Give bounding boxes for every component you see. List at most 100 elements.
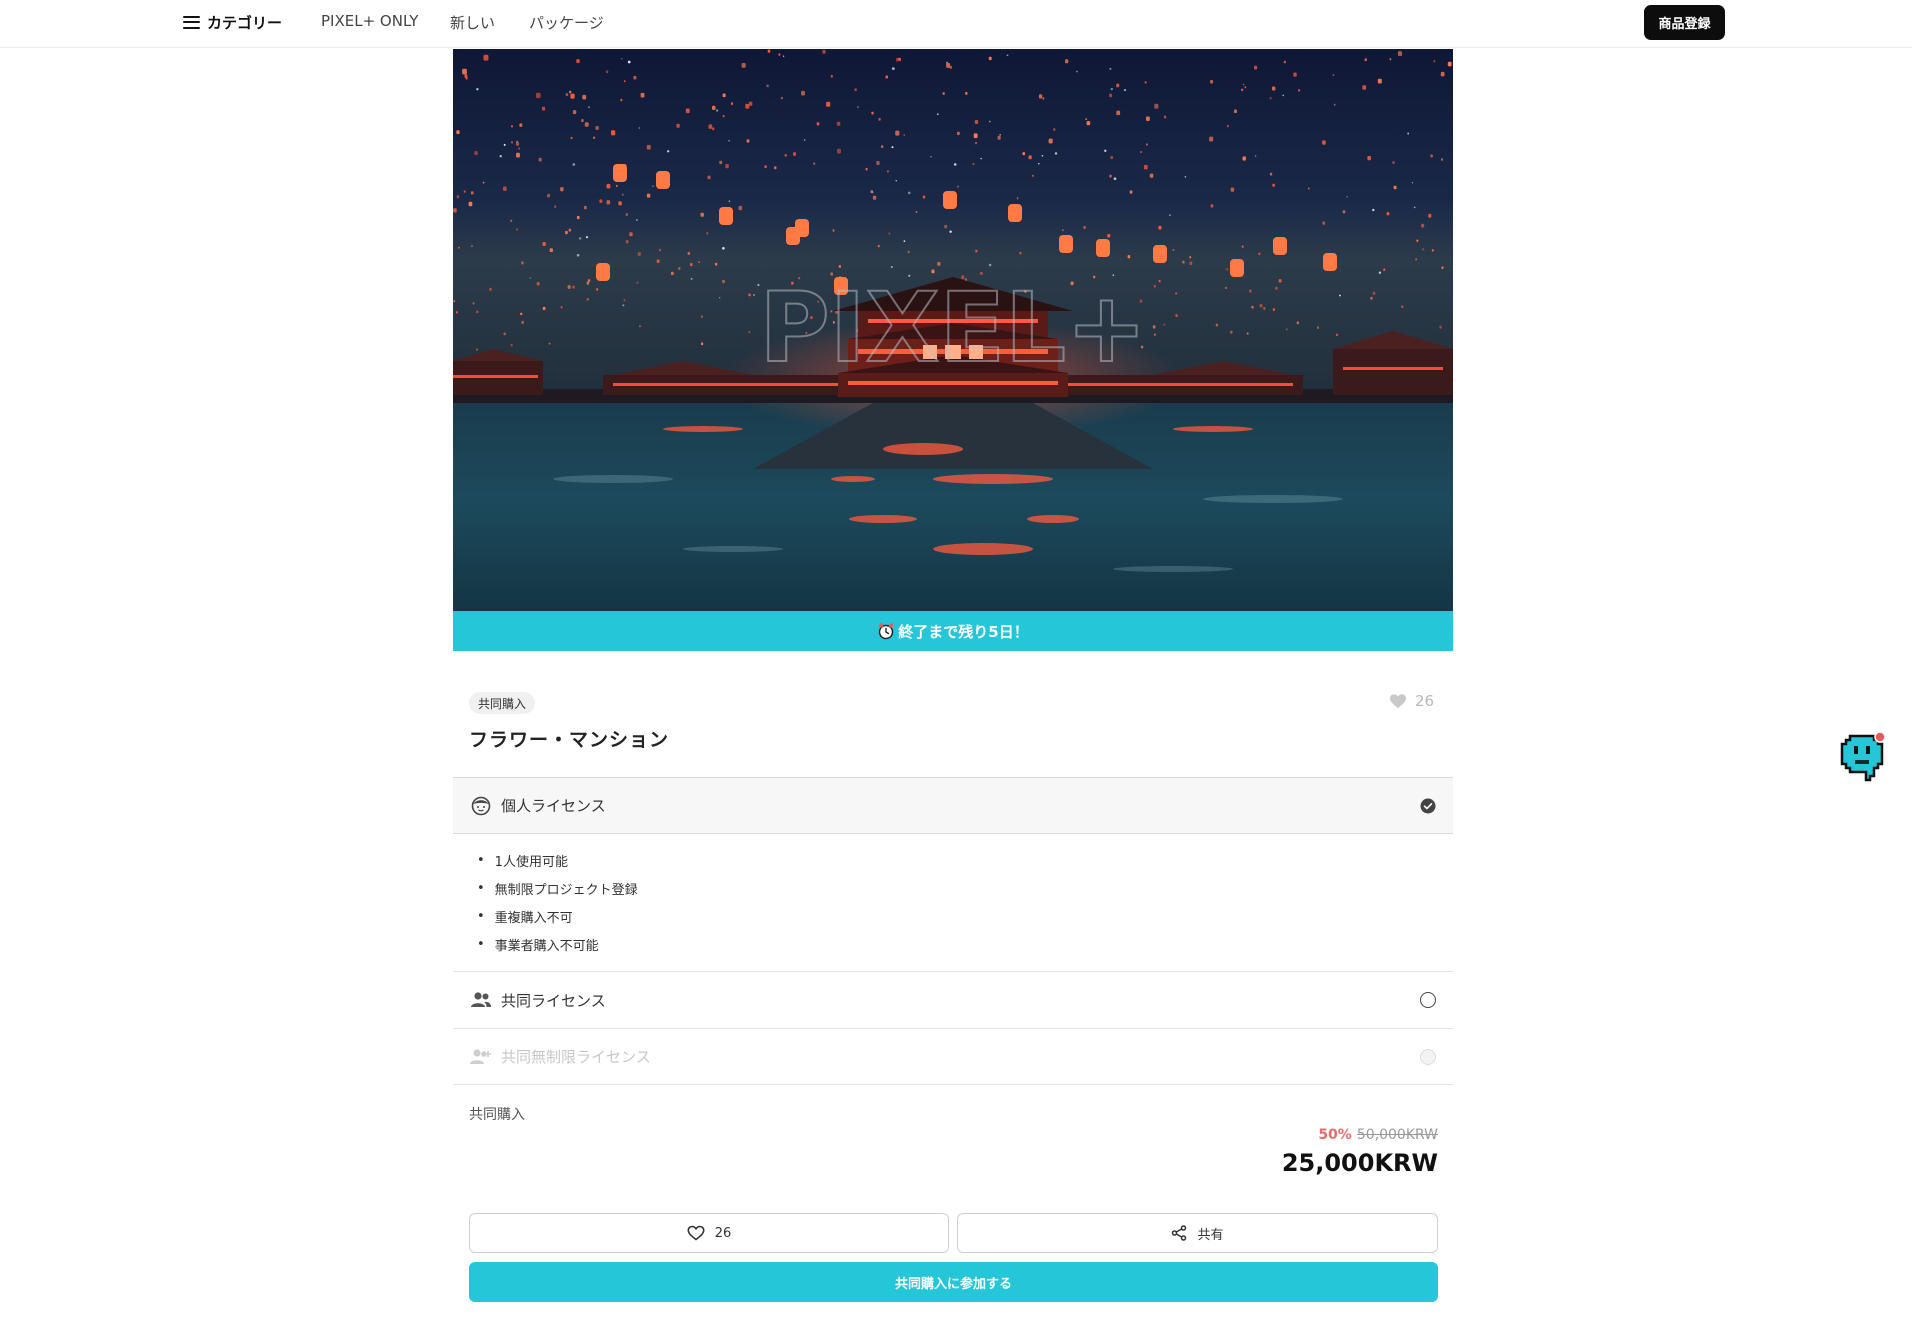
sky-lantern <box>637 252 641 256</box>
sky-lantern <box>1230 187 1235 192</box>
sky-lantern <box>946 63 951 68</box>
star-dot <box>907 191 911 195</box>
nav-link-pixel-only[interactable]: PIXEL+ ONLY <box>321 12 418 30</box>
sky-lantern <box>942 92 945 95</box>
discount-rate: 50% <box>1318 1127 1352 1143</box>
sky-lantern <box>516 228 519 231</box>
star-dot <box>622 304 625 307</box>
sky-lantern <box>1127 255 1131 259</box>
check-circle-icon <box>1420 798 1436 813</box>
sky-lantern <box>1397 51 1403 57</box>
sky-lantern <box>595 126 599 130</box>
sky-lantern <box>1158 279 1161 283</box>
sky-lantern <box>1441 266 1444 269</box>
sky-lantern <box>572 110 577 115</box>
sky-lantern <box>1308 187 1310 190</box>
sky-lantern <box>1182 260 1185 264</box>
star-dot <box>1184 176 1187 178</box>
sky-lantern <box>878 118 881 121</box>
sky-lantern <box>453 208 457 213</box>
sky-lantern <box>865 168 868 171</box>
like-indicator[interactable]: 26 <box>1389 692 1434 710</box>
sky-lantern <box>1062 229 1064 232</box>
sky-lantern <box>888 232 891 235</box>
sky-lantern <box>659 248 662 252</box>
sky-lantern <box>957 185 959 188</box>
sky-lantern <box>1146 143 1148 146</box>
star-dot <box>476 88 479 91</box>
sky-lantern <box>706 232 709 235</box>
sky-lantern <box>816 122 820 126</box>
large-lantern <box>1153 245 1167 263</box>
sky-lantern <box>1048 138 1053 144</box>
register-product-button[interactable]: 商品登録 <box>1644 5 1725 40</box>
sky-lantern <box>622 193 624 196</box>
mascot-icon <box>1840 731 1886 782</box>
sky-lantern <box>463 190 466 193</box>
sky-lantern <box>542 242 546 246</box>
star-dot <box>690 277 693 280</box>
sky-lantern <box>719 160 723 165</box>
sky-lantern <box>476 310 479 314</box>
large-lantern <box>596 263 610 281</box>
sky-lantern <box>738 205 743 211</box>
feature-item: 事業者購入不可能 <box>477 930 638 958</box>
star-dot <box>782 55 785 57</box>
sky-lantern <box>489 287 492 291</box>
sky-lantern <box>957 131 960 136</box>
sky-lantern <box>629 232 633 237</box>
share-button[interactable]: 共有 <box>957 1213 1438 1253</box>
sky-lantern <box>1431 249 1434 252</box>
sky-lantern <box>1210 80 1214 84</box>
sky-lantern <box>1428 213 1432 218</box>
sky-lantern <box>633 75 637 80</box>
license-option-shared[interactable]: 共同ライセンス <box>453 971 1453 1028</box>
sky-lantern <box>584 122 589 127</box>
sky-lantern <box>671 271 674 276</box>
sky-lantern <box>973 133 978 139</box>
sky-lantern <box>510 344 513 347</box>
like-button[interactable]: 26 <box>469 1213 949 1253</box>
sky-lantern <box>1149 173 1154 178</box>
star-dot <box>503 143 506 146</box>
sky-lantern <box>881 145 884 148</box>
star-dot <box>1076 70 1078 73</box>
sky-lantern <box>646 144 651 150</box>
star-dot <box>627 60 631 64</box>
sky-lantern <box>510 219 513 222</box>
sky-lantern <box>1210 204 1214 208</box>
sky-lantern <box>1275 286 1278 290</box>
category-menu-button[interactable]: カテゴリー <box>183 10 282 34</box>
star-dot <box>891 67 895 70</box>
product-title: フラワー・マンション <box>469 729 670 751</box>
sky-lantern <box>1433 60 1436 63</box>
sky-lantern <box>707 175 711 180</box>
sky-lantern <box>1241 245 1244 248</box>
nav-link-package[interactable]: パッケージ <box>529 12 604 33</box>
sky-lantern <box>599 199 603 203</box>
sky-lantern <box>1110 156 1114 160</box>
radio-button[interactable] <box>1420 992 1436 1008</box>
sky-lantern <box>700 212 704 217</box>
sky-lantern <box>611 130 616 136</box>
sky-lantern <box>516 152 520 158</box>
sky-lantern <box>965 92 968 95</box>
sky-lantern <box>582 94 587 100</box>
star-dot <box>1407 132 1410 135</box>
join-group-purchase-button[interactable]: 共同購入に参加する <box>469 1262 1438 1302</box>
star-dot <box>1411 182 1414 184</box>
license-option-personal[interactable]: 個人ライセンス <box>453 777 1453 834</box>
sky-lantern <box>1028 155 1032 160</box>
sky-lantern <box>1316 326 1319 329</box>
star-dot <box>890 266 893 268</box>
chat-mascot-button[interactable] <box>1840 730 1890 786</box>
sky-lantern <box>586 281 590 285</box>
sky-lantern <box>885 75 888 79</box>
sky-lantern <box>636 281 639 284</box>
sky-lantern <box>1246 332 1249 335</box>
star-dot <box>1109 67 1112 70</box>
large-lantern <box>1230 259 1244 277</box>
sky-lantern <box>1016 197 1019 200</box>
feature-item: 無制限プロジェクト登録 <box>477 874 638 902</box>
nav-link-new[interactable]: 新しい <box>450 12 495 33</box>
